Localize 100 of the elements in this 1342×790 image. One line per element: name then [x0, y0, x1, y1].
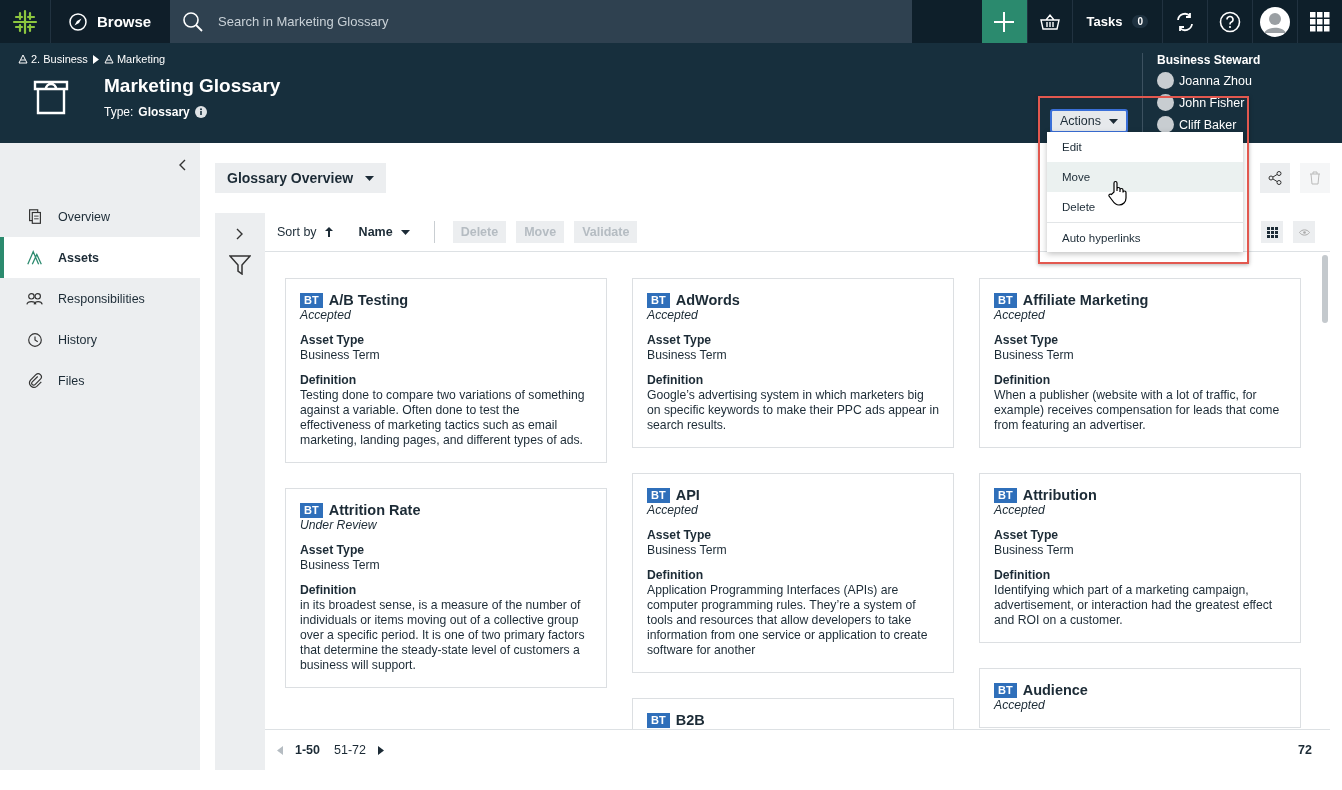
term-title[interactable]: API — [675, 488, 700, 503]
field-label: Asset Type — [994, 333, 1060, 348]
field-value: Google’s advertising system in which marketers big on specific keywords to make their PPC ads appear in search results. — [647, 388, 939, 433]
field-label: Definition — [994, 373, 1052, 388]
sort-ascending-icon[interactable] — [324, 227, 333, 237]
term-title[interactable]: Audience — [1022, 683, 1088, 698]
field-label: Definition — [300, 373, 358, 388]
search-bar[interactable]: Search in Marketing Glossary — [170, 0, 912, 43]
menu-item[interactable]: Edit — [1047, 132, 1243, 162]
sort-field-dropdown[interactable]: Name — [352, 224, 416, 240]
term-title[interactable]: Attrition Rate — [328, 503, 421, 518]
field-value: Application Programming Interfaces (APIs) are computer programming rules. They’re a system of tools and resources that allow developers to take information from one service or application to create software for another — [647, 583, 929, 658]
field-value: Business Term — [300, 558, 381, 573]
term-badge: BT — [647, 488, 670, 503]
menu-item[interactable]: Move — [1047, 162, 1243, 192]
compass-icon — [69, 12, 87, 31]
term-status: Accepted — [994, 503, 1045, 517]
steward-name[interactable]: Joanna Zhou — [1179, 73, 1252, 88]
term-badge: BT — [300, 503, 323, 518]
term-status: Accepted — [647, 503, 698, 517]
view-dropdown[interactable]: Glossary Overview — [215, 163, 387, 193]
glossary-icon — [33, 79, 69, 115]
field-label: Definition — [300, 583, 358, 598]
term-badge: BT — [300, 293, 323, 308]
avatar-icon — [1157, 72, 1174, 89]
term-card[interactable]: BT Audience Accepted — [979, 668, 1301, 728]
scrollbar[interactable] — [1322, 255, 1328, 323]
term-status: Accepted — [994, 308, 1045, 322]
steward-name[interactable]: John Fisher — [1179, 95, 1245, 110]
term-title[interactable]: B2B — [675, 713, 705, 728]
filter-button[interactable] — [229, 255, 251, 278]
steward-heading: Business Steward — [1157, 53, 1262, 67]
field-value: Business Term — [647, 348, 728, 363]
logo-icon[interactable] — [12, 8, 38, 35]
field-label: Asset Type — [647, 333, 713, 348]
next-icon[interactable] — [378, 745, 384, 755]
term-badge: BT — [647, 293, 670, 308]
field-label: Definition — [647, 373, 705, 388]
steward-name[interactable]: Cliff Baker — [1179, 117, 1237, 132]
document-icon — [26, 207, 44, 226]
caret-icon — [400, 229, 410, 235]
menu-item[interactable]: Auto hyperlinks — [1047, 222, 1243, 252]
sidebar-item[interactable]: History — [0, 319, 200, 360]
term-card[interactable] — [285, 278, 607, 463]
grid-icon — [1266, 226, 1278, 238]
total-count: 72 — [1298, 743, 1312, 757]
trash-icon — [1309, 171, 1321, 185]
caret-icon — [1109, 118, 1118, 124]
page-title: Marketing Glossary — [104, 75, 281, 97]
field-label: Definition — [647, 568, 705, 583]
term-card[interactable] — [285, 488, 607, 688]
type-value: Glossary — [138, 105, 190, 119]
breadcrumb-link[interactable]: 2. Business — [18, 53, 88, 65]
share-icon — [1268, 171, 1282, 185]
eye-icon — [1298, 228, 1310, 236]
grid-view-button[interactable] — [1261, 221, 1283, 243]
page-link[interactable]: 51-72 — [332, 743, 368, 757]
caret-icon — [365, 175, 375, 181]
term-card[interactable]: BT Attribution Accepted Asset Type Business Term Definition Identifying which part of a marketing campaign, advertisement, or interaction had the greatest effect and ROI on a customer. — [979, 473, 1301, 643]
field-value: Business Term — [647, 543, 728, 558]
field-label: Asset Type — [300, 333, 366, 348]
help-icon — [1219, 10, 1241, 33]
term-title[interactable]: A/B Testing — [328, 293, 409, 308]
field-value: Identifying which part of a marketing campaign, advertisement, or interaction had the greatest effect and ROI on a customer. — [994, 583, 1274, 628]
term-title[interactable]: AdWords — [675, 293, 740, 308]
term-card[interactable] — [979, 278, 1301, 448]
grid-icon — [1310, 11, 1330, 32]
term-card[interactable]: BT AdWords Accepted Asset Type Business Term Definition Google’s advertising system in which marketers big on specific keywords to make their PPC ads appear in search results. — [632, 278, 954, 448]
term-status: Accepted — [994, 698, 1045, 712]
search-icon — [182, 10, 204, 33]
search-field[interactable]: Search in Marketing Glossary — [216, 13, 820, 30]
paperclip-icon — [26, 371, 44, 390]
field-value: Business Term — [994, 348, 1075, 363]
term-title[interactable]: Affiliate Marketing — [1022, 293, 1149, 308]
sort-label: Sort by — [277, 225, 317, 239]
term-badge: BT — [647, 713, 670, 728]
actions-button[interactable]: Actions — [1050, 109, 1128, 133]
info-icon[interactable] — [194, 106, 207, 118]
term-card[interactable]: BT B2B — [632, 698, 954, 729]
sidebar-item[interactable]: Files — [0, 360, 200, 401]
type-label: Type: — [104, 105, 134, 119]
caret-icon — [92, 54, 99, 64]
term-badge: BT — [994, 683, 1017, 698]
add-button[interactable] — [981, 0, 1027, 43]
plus-icon — [993, 10, 1016, 33]
breadcrumb-link[interactable]: Marketing — [103, 53, 166, 65]
term-card[interactable] — [632, 473, 954, 673]
sidebar-item[interactable]: Assets — [0, 237, 200, 278]
share-button[interactable] — [1260, 163, 1290, 193]
term-title[interactable]: Attribution — [1022, 488, 1097, 503]
term-status: Under Review — [300, 518, 377, 532]
sync-icon — [1174, 10, 1196, 33]
page-link[interactable]: 1-50 — [293, 743, 323, 757]
menu-item[interactable]: Delete — [1047, 192, 1243, 222]
sidebar-item[interactable]: Overview — [0, 196, 200, 237]
basket-icon — [1039, 12, 1060, 31]
sidebar-item[interactable]: Responsibilities — [0, 278, 200, 319]
term-status: Accepted — [300, 308, 351, 322]
term-badge: BT — [994, 293, 1017, 308]
field-label: Asset Type — [300, 543, 366, 558]
